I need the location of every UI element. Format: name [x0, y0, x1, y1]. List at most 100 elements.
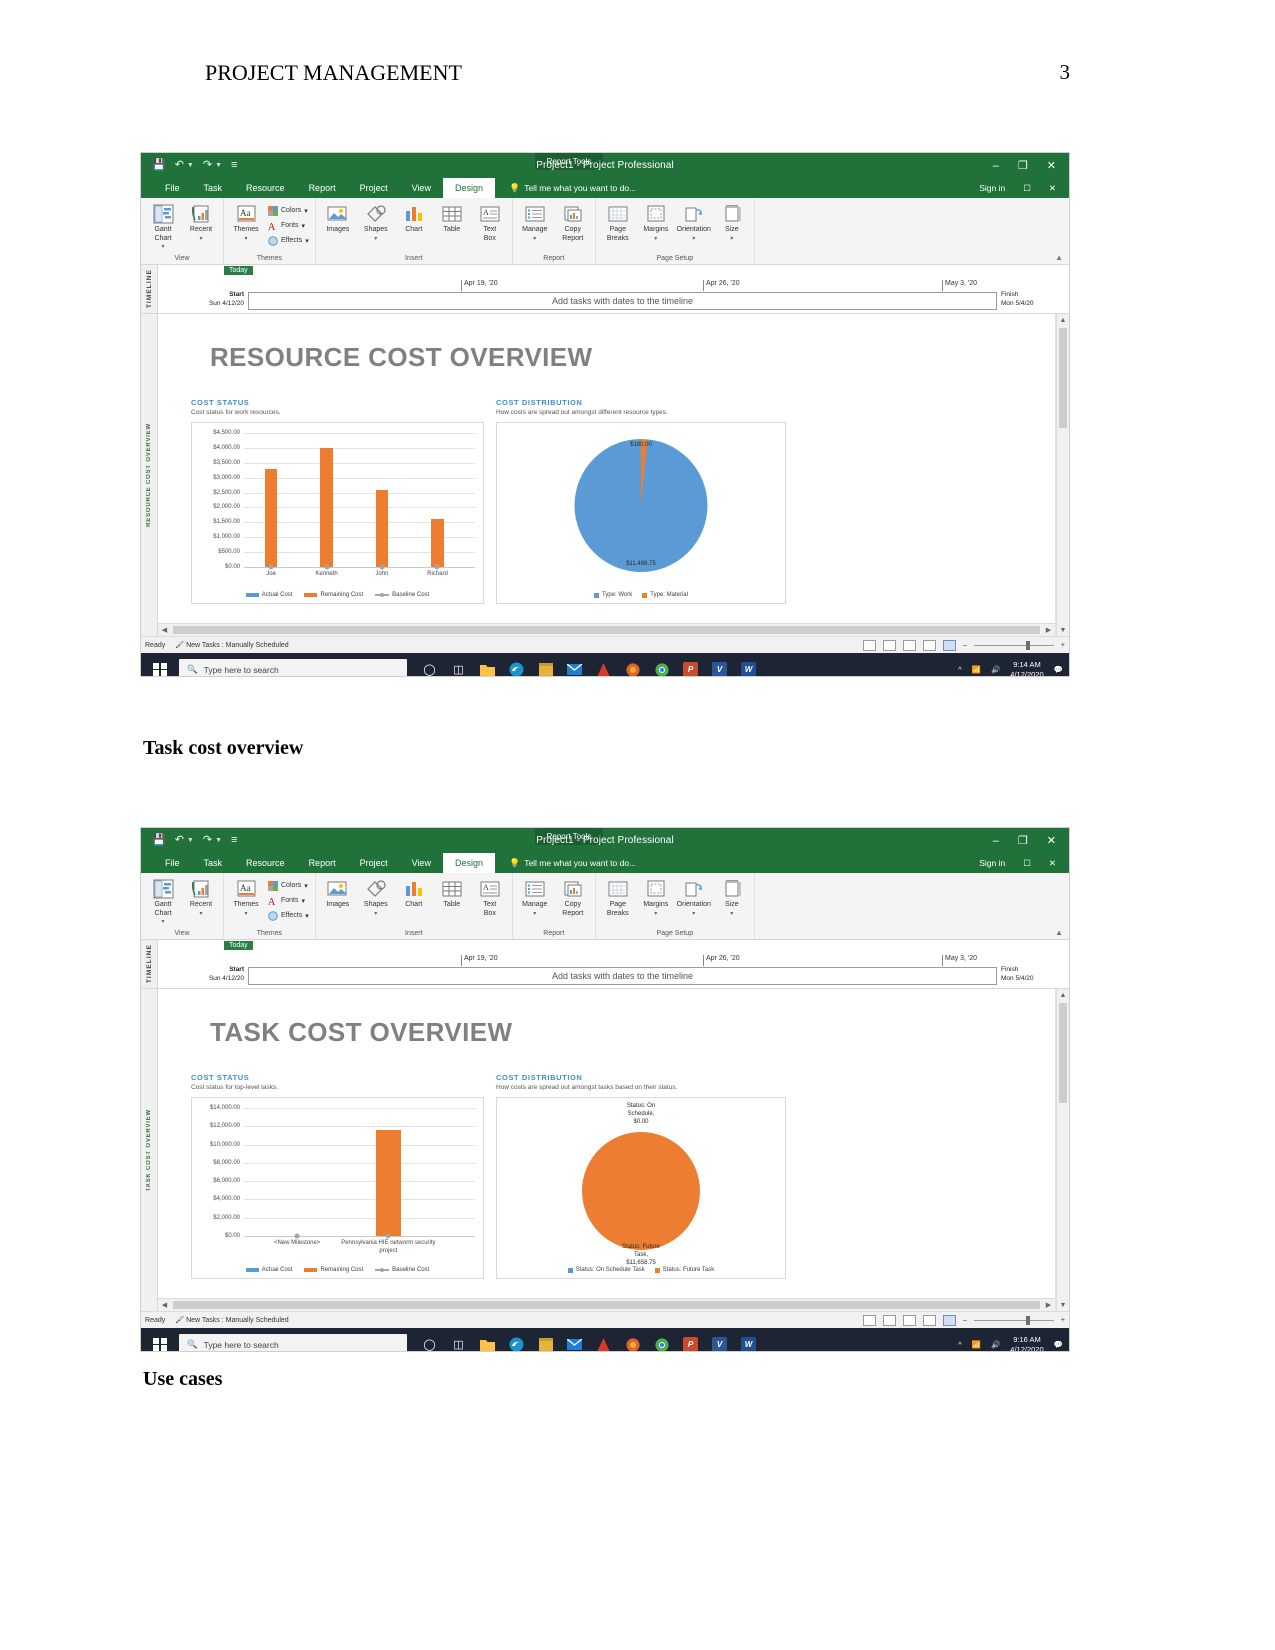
chevron-up-icon[interactable]: ^: [958, 1340, 962, 1349]
page-breaks-button[interactable]: Page Breaks: [600, 201, 636, 243]
themes-button[interactable]: Aa Themes ▾: [228, 876, 264, 917]
ribbon-tabs[interactable]: File Task Resource Report Project View D…: [141, 853, 1069, 873]
shapes-button[interactable]: Shapes ▾: [358, 876, 394, 917]
chart-task-cost-distribution[interactable]: Status: On Schedule, $0.00 Status: Future T…: [496, 1097, 786, 1279]
timeline-bar[interactable]: Add tasks with dates to the timeline: [248, 292, 997, 310]
chevron-down-icon[interactable]: ▾: [161, 244, 164, 250]
tab-report[interactable]: Report: [297, 853, 348, 873]
chevron-down-icon[interactable]: ▾: [374, 911, 377, 917]
chevron-down-icon[interactable]: ▾: [302, 222, 306, 230]
report-vertical-tab[interactable]: TASK COST OVERVIEW: [141, 989, 158, 1311]
effects-button[interactable]: Effects ▾: [266, 909, 311, 922]
word-icon[interactable]: W: [740, 1336, 757, 1351]
horizontal-scroll-thumb[interactable]: [173, 1301, 1040, 1309]
chevron-down-icon[interactable]: ▾: [161, 919, 164, 925]
powerpoint-icon[interactable]: P: [682, 661, 699, 676]
clock[interactable]: 9:16 AM 4/12/2020: [1010, 1335, 1043, 1351]
bar-remaining-cost[interactable]: [375, 489, 389, 567]
legend-item-remaining-cost[interactable]: Remaining Cost: [304, 1267, 363, 1273]
visio-icon[interactable]: V: [711, 661, 728, 676]
chevron-down-icon[interactable]: ▾: [304, 882, 308, 890]
file-explorer-icon[interactable]: [479, 661, 496, 676]
recent-button[interactable]: Recent ▾: [183, 201, 219, 242]
close-document-icon[interactable]: ✕: [1049, 858, 1056, 869]
legend-item-remaining-cost[interactable]: Remaining Cost: [304, 592, 363, 598]
vertical-scroll-thumb[interactable]: [1059, 328, 1067, 428]
file-explorer-icon[interactable]: [479, 1336, 496, 1351]
tab-task[interactable]: Task: [192, 178, 235, 198]
chevron-down-icon[interactable]: ▾: [533, 236, 536, 242]
fonts-button[interactable]: A Fonts ▾: [266, 894, 311, 907]
zoom-in-button[interactable]: +: [1061, 1317, 1065, 1324]
timeline-bar[interactable]: Add tasks with dates to the timeline: [248, 967, 997, 985]
chevron-down-icon[interactable]: ▾: [244, 236, 247, 242]
report-canvas[interactable]: RESOURCE COST OVERVIEW COST STATUS Cost …: [158, 314, 1056, 636]
view-team-planner-icon[interactable]: [903, 1314, 916, 1326]
zoom-slider-thumb[interactable]: [1025, 1315, 1030, 1325]
bar-remaining-cost[interactable]: [375, 1129, 402, 1236]
chart-button[interactable]: Chart: [396, 876, 432, 910]
effects-button[interactable]: Effects ▾: [266, 234, 311, 247]
adobe-reader-icon[interactable]: [595, 661, 612, 676]
system-tray[interactable]: ^ 📶 🔊 9:14 AM 4/12/2020 💬: [958, 660, 1063, 676]
colors-button[interactable]: Colors ▾: [266, 879, 311, 892]
powerpoint-icon[interactable]: P: [682, 1336, 699, 1351]
chevron-down-icon[interactable]: ▾: [654, 911, 657, 917]
vertical-scroll-thumb[interactable]: [1059, 1003, 1067, 1103]
zoom-in-button[interactable]: +: [1061, 642, 1065, 649]
horizontal-scrollbar[interactable]: ◀ ▶: [158, 1298, 1055, 1311]
timeline-vertical-tab[interactable]: TIMELINE: [141, 265, 158, 313]
shapes-button[interactable]: Shapes ▾: [358, 201, 394, 242]
size-button[interactable]: Size ▾: [714, 876, 750, 917]
taskbar-app-icons[interactable]: ◯ ◫ P V W: [421, 661, 757, 676]
margins-button[interactable]: Margins ▾: [638, 876, 674, 917]
chevron-down-icon[interactable]: ▾: [302, 897, 306, 905]
cortana-icon[interactable]: ◯: [421, 661, 438, 676]
images-button[interactable]: Images: [320, 876, 356, 910]
themes-small-buttons[interactable]: Colors ▾ A Fonts ▾ Effects ▾: [266, 201, 311, 247]
chevron-down-icon[interactable]: ▾: [692, 236, 695, 242]
store-icon[interactable]: [537, 661, 554, 676]
chart-button[interactable]: Chart: [396, 201, 432, 235]
network-icon[interactable]: 📶: [972, 1340, 981, 1349]
chevron-down-icon[interactable]: ▾: [305, 237, 309, 245]
pie-slices[interactable]: [582, 1132, 700, 1250]
tab-file[interactable]: File: [153, 178, 192, 198]
mail-icon[interactable]: [566, 661, 583, 676]
task-view-icon[interactable]: ◫: [450, 1336, 467, 1351]
vertical-scrollbar[interactable]: ▲ ▼: [1056, 314, 1069, 636]
task-view-icon[interactable]: ◫: [450, 661, 467, 676]
manage-button[interactable]: Manage ▾: [517, 201, 553, 242]
tell-me-search[interactable]: 💡 Tell me what you want to do...: [509, 183, 636, 194]
legend-item-type-work[interactable]: Type: Work: [594, 592, 632, 598]
legend-item-baseline-cost[interactable]: Baseline Cost: [375, 1267, 429, 1273]
restore-icon[interactable]: ❐: [1018, 159, 1028, 172]
word-icon[interactable]: W: [740, 661, 757, 676]
chevron-down-icon[interactable]: ▾: [533, 911, 536, 917]
themes-button[interactable]: Aa Themes ▾: [228, 201, 264, 242]
volume-icon[interactable]: 🔊: [991, 665, 1000, 674]
start-button[interactable]: [141, 1328, 179, 1351]
visio-icon[interactable]: V: [711, 1336, 728, 1351]
view-task-usage-icon[interactable]: [883, 639, 896, 651]
status-new-tasks[interactable]: 🖌 New Tasks : Manually Scheduled: [175, 1316, 288, 1324]
mail-icon[interactable]: [566, 1336, 583, 1351]
start-button[interactable]: [141, 653, 179, 676]
view-task-usage-icon[interactable]: [883, 1314, 896, 1326]
restore-icon[interactable]: ❐: [1018, 834, 1028, 847]
chevron-down-icon[interactable]: ▾: [730, 911, 733, 917]
gantt-chart-button[interactable]: Gantt Chart ▾: [145, 201, 181, 250]
collapse-ribbon-icon[interactable]: ▲: [1055, 253, 1063, 262]
view-team-planner-icon[interactable]: [903, 639, 916, 651]
bar-remaining-cost[interactable]: [431, 519, 444, 567]
tell-me-search[interactable]: 💡 Tell me what you want to do...: [509, 858, 636, 869]
volume-icon[interactable]: 🔊: [991, 1340, 1000, 1349]
table-button[interactable]: Table: [434, 876, 470, 910]
chevron-down-icon[interactable]: ▾: [305, 912, 309, 920]
text-box-button[interactable]: A Text Box: [472, 201, 508, 243]
minimize-icon[interactable]: –: [993, 160, 999, 172]
status-new-tasks[interactable]: 🖌 New Tasks : Manually Scheduled: [175, 641, 288, 649]
chevron-down-icon[interactable]: ▾: [244, 911, 247, 917]
sign-in-link[interactable]: Sign in: [979, 858, 1005, 868]
chevron-down-icon[interactable]: ▾: [199, 236, 202, 242]
